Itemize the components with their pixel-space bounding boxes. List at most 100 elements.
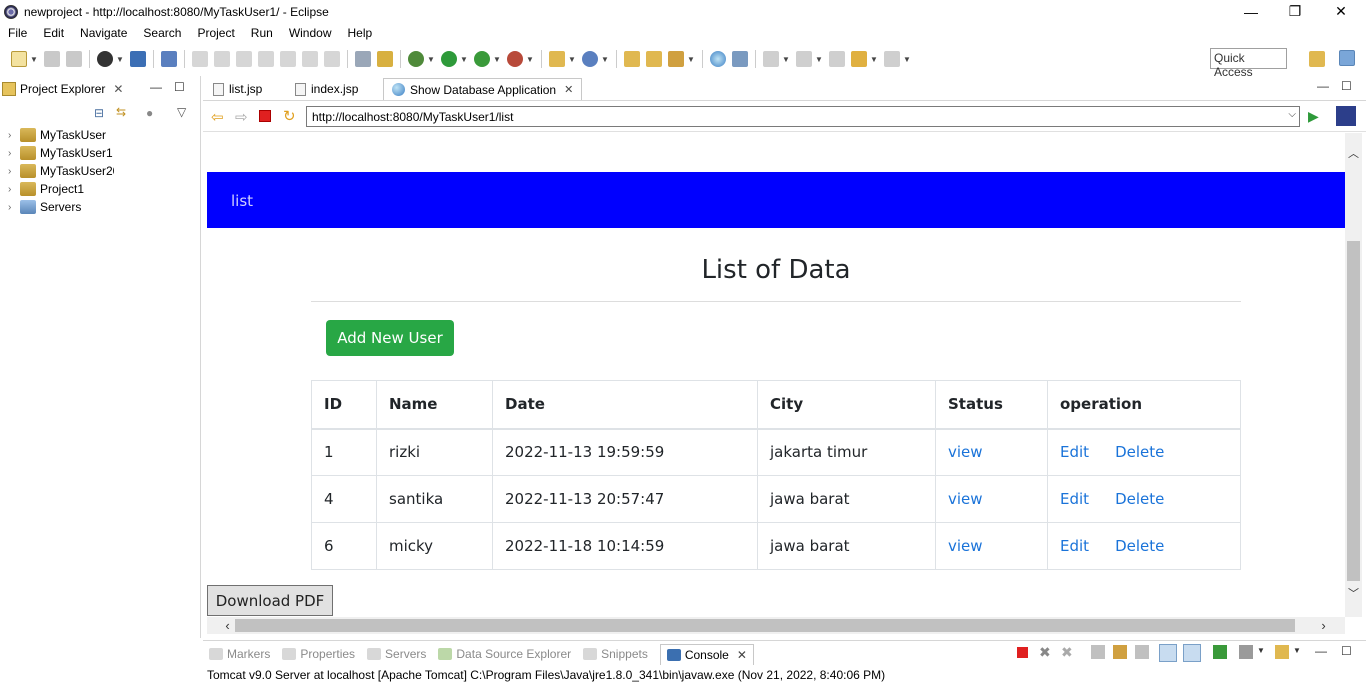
tab-data-source-explorer[interactable]: Data Source Explorer	[438, 647, 571, 661]
tree-item[interactable]: › Project1	[8, 180, 114, 198]
step-return-icon[interactable]	[324, 51, 340, 67]
forward-icon[interactable]: ⇨	[235, 108, 248, 126]
forward-dropdown-icon[interactable]: ▼	[903, 55, 911, 64]
expand-arrow-icon[interactable]: ›	[8, 130, 20, 141]
stop-icon[interactable]	[259, 110, 271, 122]
download-pdf-button[interactable]: Download PDF	[207, 585, 333, 616]
menu-search[interactable]: Search	[135, 26, 189, 40]
menu-window[interactable]: Window	[281, 26, 340, 40]
step-over-icon[interactable]	[302, 51, 318, 67]
tree-item[interactable]: › MyTaskUser	[8, 126, 114, 144]
remove-all-icon[interactable]: ✖	[1061, 644, 1073, 661]
url-dropdown-icon[interactable]: ⌵	[1288, 109, 1296, 120]
new-class-icon[interactable]	[582, 51, 598, 67]
new-dropdown-icon[interactable]: ▼	[30, 55, 38, 64]
menu-help[interactable]: Help	[340, 26, 381, 40]
link-with-editor-icon[interactable]: ⇆	[116, 105, 126, 119]
view-link[interactable]: view	[948, 490, 983, 508]
filter-icon[interactable]: ●	[146, 106, 153, 120]
annotation-icon[interactable]	[732, 51, 748, 67]
expand-arrow-icon[interactable]: ›	[8, 184, 20, 195]
delete-link[interactable]: Delete	[1115, 537, 1164, 555]
last-edit-icon[interactable]	[829, 51, 845, 67]
expand-arrow-icon[interactable]: ›	[8, 148, 20, 159]
tree-item[interactable]: › MyTaskUser1	[8, 144, 114, 162]
edit-link[interactable]: Edit	[1060, 490, 1089, 508]
open-task-icon[interactable]	[646, 51, 662, 67]
edit-link[interactable]: Edit	[1060, 443, 1089, 461]
vertical-scrollbar[interactable]: ︿ ﹀	[1345, 133, 1362, 617]
tab-markers[interactable]: Markers	[209, 647, 270, 661]
show-stderr-icon[interactable]	[1183, 644, 1201, 662]
navbar-brand[interactable]: list	[231, 192, 253, 210]
display-console-icon[interactable]	[1239, 645, 1253, 659]
run-dropdown-icon[interactable]: ▼	[460, 55, 468, 64]
web-browser-icon[interactable]	[710, 51, 726, 67]
java-ee-perspective-icon[interactable]	[1339, 50, 1355, 66]
save-all-icon[interactable]	[66, 51, 82, 67]
collapse-all-icon[interactable]: ⊟	[94, 106, 104, 120]
minimize-view-icon[interactable]: —	[150, 80, 162, 94]
view-link[interactable]: view	[948, 443, 983, 461]
tab-index-jsp[interactable]: index.jsp	[287, 78, 366, 100]
menu-run[interactable]: Run	[243, 26, 281, 40]
open-console-dropdown-icon[interactable]: ▼	[1293, 646, 1301, 655]
external-tools-dropdown-icon[interactable]: ▼	[526, 55, 534, 64]
quick-access-input[interactable]: Quick Access	[1210, 48, 1287, 79]
view-link[interactable]: view	[948, 537, 983, 555]
close-tab-icon[interactable]: ✕	[564, 83, 573, 96]
eclipse-browser-icon[interactable]	[1336, 106, 1356, 126]
word-wrap-icon[interactable]	[1135, 645, 1149, 659]
new-server-dropdown-icon[interactable]: ▼	[568, 55, 576, 64]
view-menu-icon[interactable]: ▽	[177, 105, 186, 119]
new-class-dropdown-icon[interactable]: ▼	[601, 55, 609, 64]
menu-file[interactable]: File	[0, 26, 35, 40]
next-annotation-dropdown-icon[interactable]: ▼	[782, 55, 790, 64]
minimize-view-icon[interactable]: —	[1315, 644, 1327, 658]
restore-button[interactable]: ❐	[1272, 0, 1318, 23]
scroll-right-icon[interactable]: ›	[1315, 617, 1332, 634]
scroll-left-icon[interactable]: ‹	[219, 617, 236, 634]
project-explorer-tab[interactable]: Project Explorer ✕	[2, 78, 123, 100]
terminal-icon[interactable]	[130, 51, 146, 67]
tree-item[interactable]: › MyTaskUser20	[8, 162, 114, 180]
menu-navigate[interactable]: Navigate	[72, 26, 135, 40]
horizontal-scroll-thumb[interactable]	[235, 619, 1295, 632]
coverage-dropdown-icon[interactable]: ▼	[493, 55, 501, 64]
tab-servers[interactable]: Servers	[367, 647, 426, 661]
delete-link[interactable]: Delete	[1115, 443, 1164, 461]
delete-link[interactable]: Delete	[1115, 490, 1164, 508]
debug-icon[interactable]	[408, 51, 424, 67]
skip-breakpoints-icon[interactable]	[161, 51, 177, 67]
refresh-icon[interactable]: ↻	[283, 107, 296, 125]
account-icon[interactable]	[97, 51, 113, 67]
show-stdout-icon[interactable]	[1159, 644, 1177, 662]
prev-annotation-icon[interactable]	[796, 51, 812, 67]
tab-console[interactable]: Console ✕	[659, 643, 754, 665]
display-console-dropdown-icon[interactable]: ▼	[1257, 646, 1265, 655]
open-type-icon[interactable]	[624, 51, 640, 67]
step-into-icon[interactable]	[280, 51, 296, 67]
tab-properties[interactable]: Properties	[282, 647, 355, 661]
open-console-icon[interactable]	[1275, 645, 1289, 659]
expand-arrow-icon[interactable]: ›	[8, 202, 20, 213]
account-dropdown-icon[interactable]: ▼	[116, 55, 124, 64]
maximize-view-icon[interactable]: ☐	[1341, 644, 1352, 658]
expand-arrow-icon[interactable]: ›	[8, 166, 20, 177]
search-tool-dropdown-icon[interactable]: ▼	[687, 55, 695, 64]
new-icon[interactable]	[11, 51, 27, 67]
tab-list-jsp[interactable]: list.jsp	[205, 78, 270, 100]
close-tab-icon[interactable]: ✕	[737, 648, 747, 662]
add-new-user-button[interactable]: Add New User	[326, 320, 454, 356]
scroll-lock-icon[interactable]	[1113, 645, 1127, 659]
minimize-editor-icon[interactable]: —	[1317, 79, 1329, 93]
scroll-down-icon[interactable]: ﹀	[1345, 585, 1362, 601]
maximize-view-icon[interactable]: ☐	[174, 80, 185, 94]
resume-icon[interactable]	[192, 51, 208, 67]
external-tools-icon[interactable]	[507, 51, 523, 67]
coverage-icon[interactable]	[474, 51, 490, 67]
tree-item[interactable]: › Servers	[8, 198, 114, 216]
save-icon[interactable]	[44, 51, 60, 67]
close-button[interactable]: ✕	[1318, 0, 1364, 23]
tab-show-database-application[interactable]: Show Database Application ✕	[383, 78, 583, 100]
